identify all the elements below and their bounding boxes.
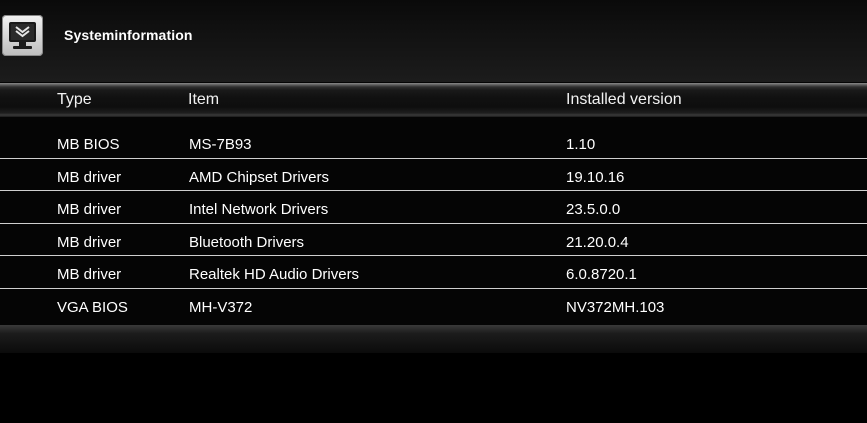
table-header: Type Item Installed version [0, 83, 867, 117]
cell-version: 21.20.0.4 [566, 233, 629, 251]
cell-version: NV372MH.103 [566, 298, 665, 316]
cell-type: MB driver [57, 201, 122, 218]
cell-type: MB BIOS [57, 136, 120, 153]
cell-item: MS-7B93 [189, 136, 252, 153]
cell-item: MH-V372 [189, 298, 253, 316]
table-row: MB driver Bluetooth Drivers 21.20.0.4 [0, 224, 867, 256]
cell-item: Intel Network Drivers [189, 201, 329, 218]
cell-type: MB driver [57, 168, 122, 186]
cell-item: Realtek HD Audio Drivers [189, 266, 360, 283]
cell-type: VGA BIOS [57, 298, 128, 316]
empty-area [0, 353, 867, 423]
page-title: Systeminformation [64, 27, 193, 43]
cell-type: MB driver [57, 266, 122, 283]
cell-version: 6.0.8720.1 [566, 266, 637, 283]
cell-item: AMD Chipset Drivers [189, 168, 330, 186]
column-header-item[interactable]: Item [188, 91, 219, 109]
cell-version: 1.10 [566, 136, 596, 153]
column-header-installed-version[interactable]: Installed version [566, 91, 682, 109]
table-row: MB BIOS MS-7B93 1.10 [0, 126, 867, 159]
table-row: MB driver AMD Chipset Drivers 19.10.16 [0, 159, 867, 191]
cell-type: MB driver [57, 233, 122, 251]
table-row: VGA BIOS MH-V372 NV372MH.103 [0, 289, 867, 322]
cell-version: 19.10.16 [566, 168, 625, 186]
system-monitor-icon [2, 15, 43, 56]
cell-item: Bluetooth Drivers [189, 233, 305, 251]
cell-version: 23.5.0.0 [566, 201, 621, 218]
system-info-table: MB BIOS MS-7B93 1.10 MB driver AMD Chips… [0, 126, 867, 321]
table-footer-bar [0, 325, 867, 353]
header: Systeminformation [0, 0, 867, 82]
table-row: MB driver Realtek HD Audio Drivers 6.0.8… [0, 256, 867, 289]
column-header-type[interactable]: Type [57, 91, 92, 109]
table-row: MB driver Intel Network Drivers 23.5.0.0 [0, 191, 867, 224]
system-information-page: Systeminformation Type Item Installed ve… [0, 0, 867, 423]
